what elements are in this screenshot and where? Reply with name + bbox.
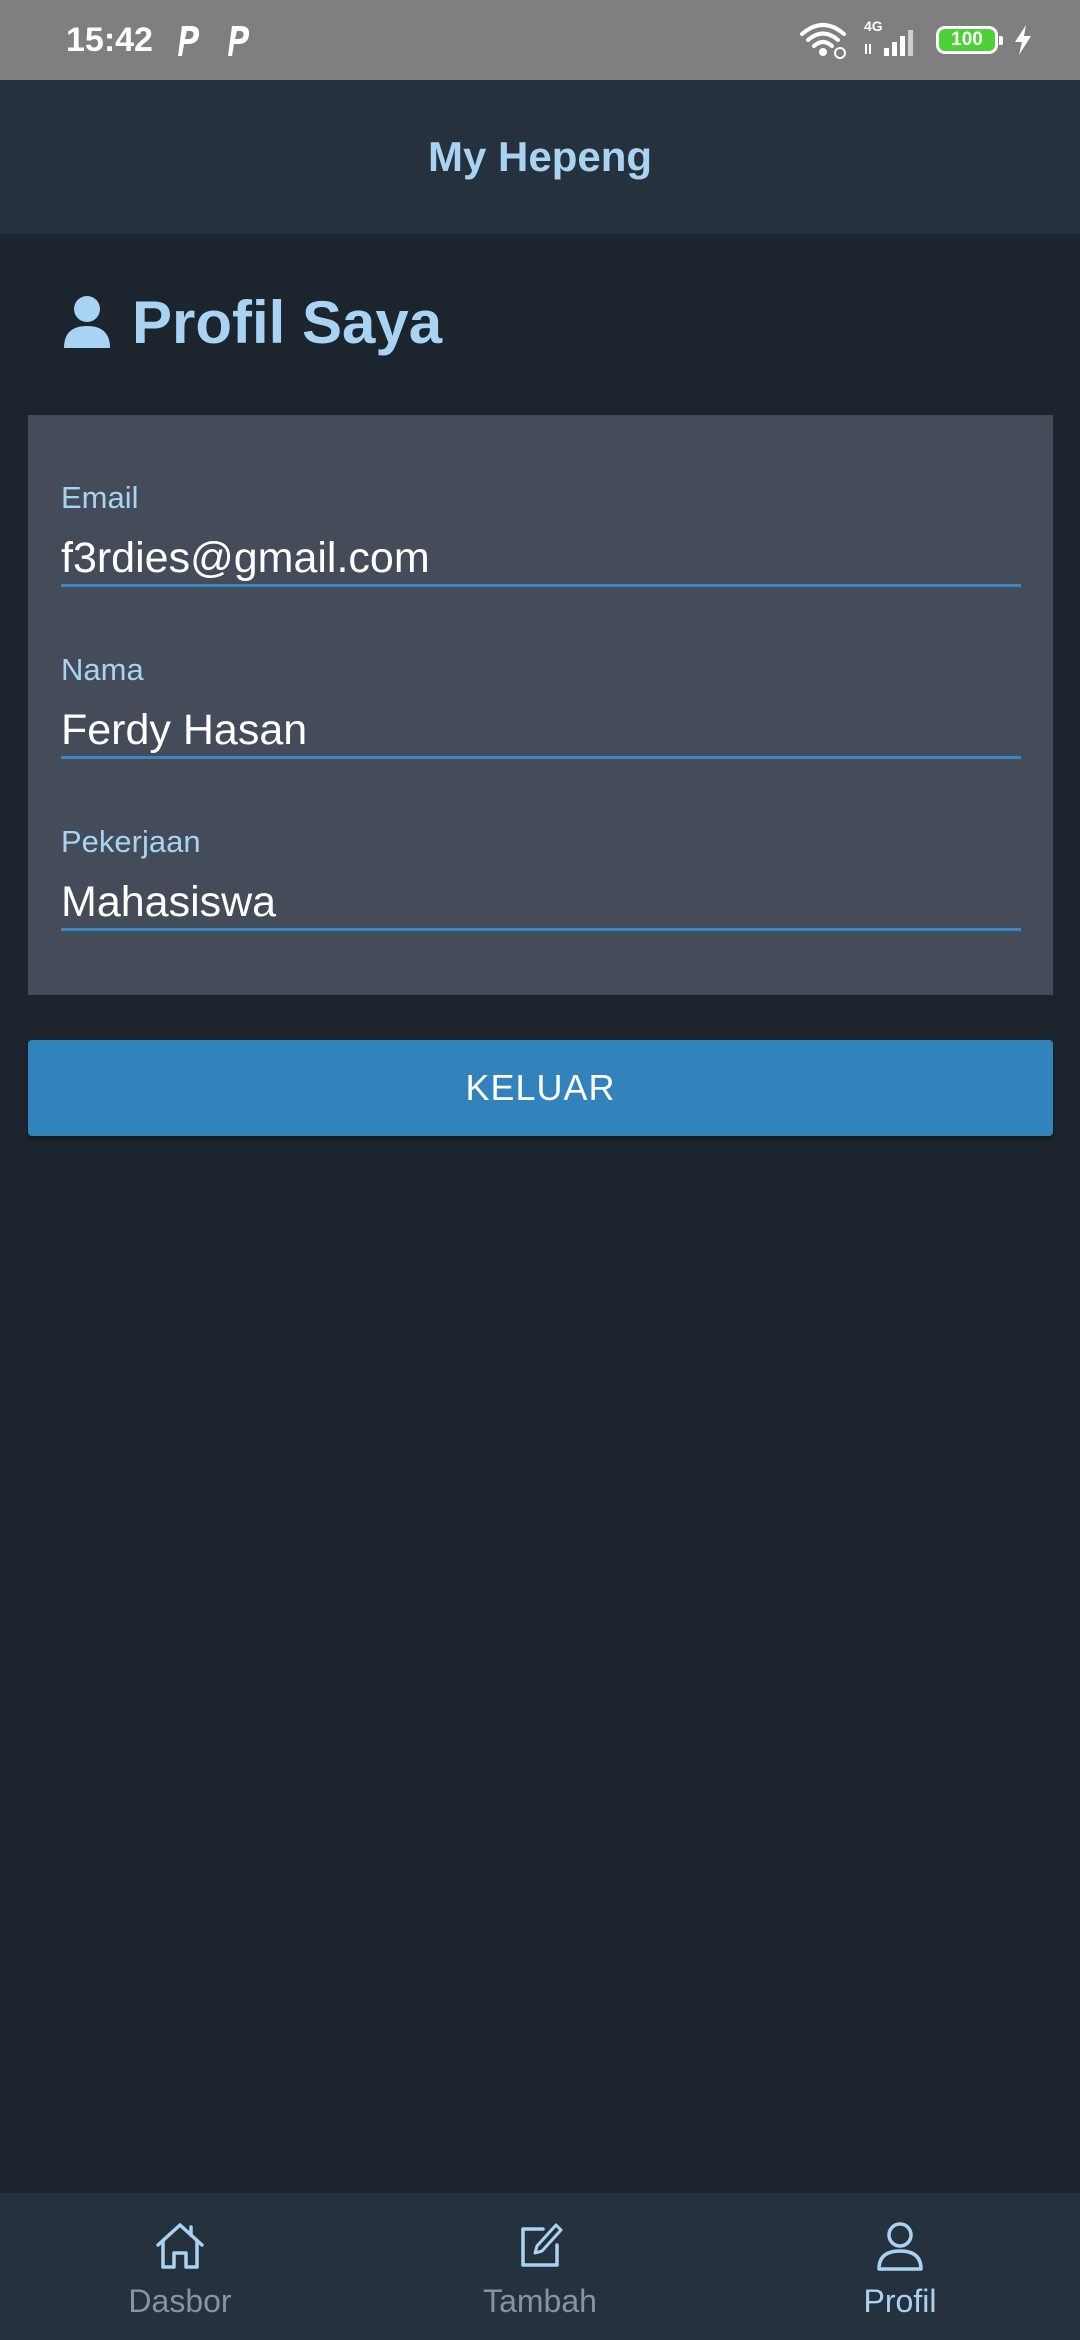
name-label: Nama — [61, 652, 144, 687]
profile-card: Email Nama Pekerjaan — [28, 415, 1053, 995]
nav-label-profil: Profil — [863, 2283, 937, 2319]
nav-label-tambah: Tambah — [483, 2283, 597, 2319]
battery-tip — [999, 36, 1003, 45]
status-bar: 15:42 4G 100 — [0, 0, 1080, 80]
occupation-field: Pekerjaan — [61, 789, 1021, 931]
occupation-input[interactable] — [61, 877, 1021, 927]
edit-icon — [521, 2223, 563, 2267]
bottom-nav: Dasbor Tambah Profil — [0, 2193, 1080, 2340]
app-bar: My Hepeng — [0, 80, 1080, 234]
signal-bars-icon — [865, 30, 913, 56]
email-label: Email — [61, 480, 139, 515]
page-title: Profil Saya — [132, 288, 443, 356]
email-field: Email — [61, 445, 1021, 587]
name-input[interactable] — [61, 705, 1021, 755]
page-heading: Profil Saya — [62, 284, 442, 360]
user-icon — [877, 2222, 923, 2271]
nav-item-profil[interactable]: Profil — [720, 2193, 1080, 2340]
home-icon — [156, 2223, 204, 2269]
user-icon — [64, 296, 110, 348]
nav-item-tambah[interactable]: Tambah — [360, 2193, 720, 2340]
battery-level: 100 — [951, 29, 983, 50]
nav-item-dasbor[interactable]: Dasbor — [0, 2193, 360, 2340]
wifi-icon — [800, 23, 846, 59]
status-indicators: 4G 100 — [798, 18, 1034, 62]
logout-button[interactable]: KELUAR — [28, 1040, 1053, 1136]
app-title: My Hepeng — [427, 133, 653, 180]
cellular-signal-icon: 4G — [862, 18, 922, 60]
nav-label-dasbor: Dasbor — [128, 2283, 232, 2319]
profile-screen: 15:42 4G 100 My Hepeng Profil Saya Email… — [0, 0, 1080, 2340]
status-time: 15:42 — [66, 21, 153, 59]
parking-notification-icon — [178, 26, 200, 56]
battery-indicator: 100 — [936, 26, 1003, 54]
occupation-label: Pekerjaan — [61, 824, 201, 859]
charging-icon — [1015, 25, 1031, 55]
email-input[interactable] — [61, 533, 1021, 583]
name-field: Nama — [61, 617, 1021, 759]
parking-notification-icon-2 — [228, 26, 250, 56]
